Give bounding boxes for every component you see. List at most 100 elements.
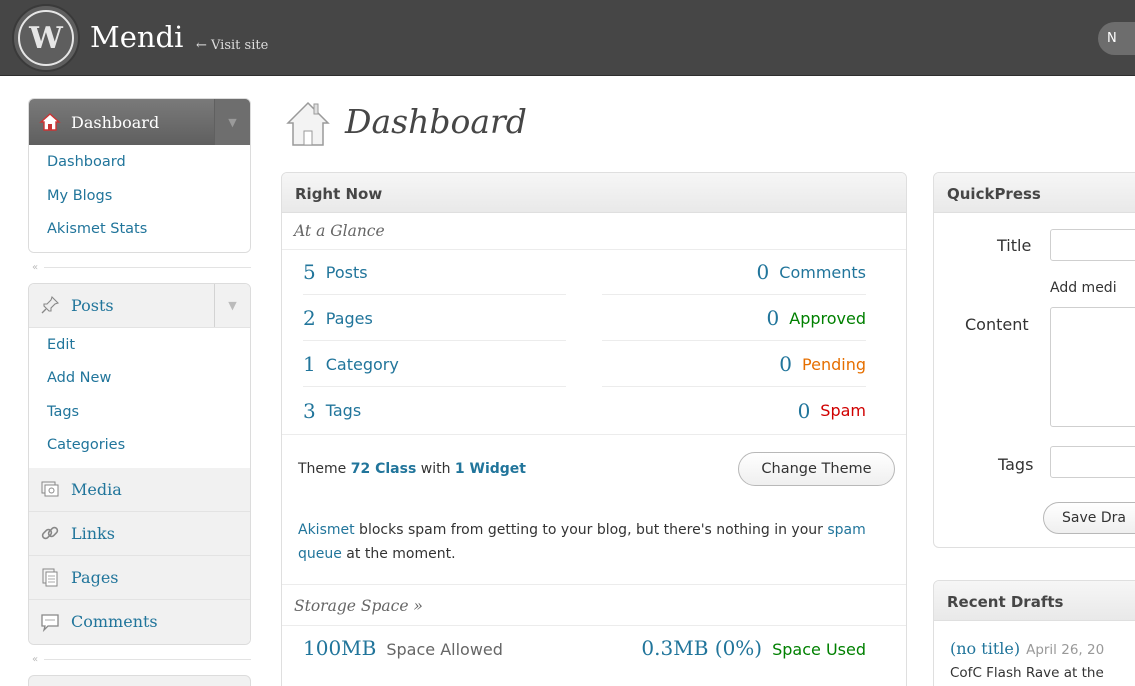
menu-links[interactable]: Links	[29, 511, 250, 556]
comments-link[interactable]: Comments	[779, 263, 866, 282]
dashboard-house-icon	[286, 101, 330, 146]
submenu-tags[interactable]: Tags	[29, 397, 250, 431]
submenu-my-blogs[interactable]: My Blogs	[29, 181, 250, 215]
recent-drafts-title[interactable]: Recent Drafts	[934, 581, 1135, 621]
admin-header: W Mendi ← Visit site N	[0, 0, 1135, 76]
draft-item: (no title) April 26, 20	[950, 639, 1104, 658]
menu-links-label: Links	[71, 523, 115, 543]
akismet-notice: Akismet blocks spam from getting to your…	[298, 518, 878, 566]
posts-count[interactable]: 5	[303, 260, 316, 284]
draft-title-link[interactable]: (no title)	[950, 639, 1020, 658]
media-icon	[41, 481, 59, 497]
theme-with: with	[420, 461, 451, 477]
posts-submenu: Edit Add New Tags Categories	[29, 327, 250, 468]
glance-row: 5 Posts 0 Comments	[282, 250, 906, 296]
menu-group-appearance	[28, 674, 251, 686]
storage-space-link[interactable]: Storage Space »	[294, 597, 423, 615]
recent-drafts-widget: Recent Drafts (no title) April 26, 20 Cof…	[933, 580, 1135, 686]
glance-row: 2 Pages 0 Approved	[282, 296, 906, 342]
right-now-title[interactable]: Right Now	[282, 173, 906, 213]
submenu-edit[interactable]: Edit	[29, 330, 250, 364]
approved-count[interactable]: 0	[767, 306, 780, 330]
menu-dashboard-label: Dashboard	[71, 112, 160, 132]
approved-link[interactable]: Approved	[789, 309, 866, 328]
at-a-glance-heading: At a Glance	[282, 213, 906, 250]
pending-count[interactable]: 0	[779, 352, 792, 376]
menu-comments-label: Comments	[71, 612, 158, 631]
collapse-arrows-icon[interactable]: «	[32, 654, 38, 665]
chevron-down-icon[interactable]: ▼	[214, 99, 250, 145]
menu-posts[interactable]: Posts ▼	[29, 283, 250, 328]
pages-link[interactable]: Pages	[326, 309, 373, 328]
space-allowed-value: 100MB	[303, 636, 377, 660]
pages-count[interactable]: 2	[303, 306, 316, 330]
tags-count[interactable]: 3	[303, 399, 316, 423]
menu-media-label: Media	[71, 479, 122, 499]
space-allowed-label: Space Allowed	[386, 640, 503, 659]
theme-name-link[interactable]: 72 Class	[351, 461, 417, 477]
home-icon	[39, 113, 61, 131]
chain-link-icon	[41, 526, 59, 540]
akismet-text-2: at the moment.	[341, 546, 456, 562]
comment-bubble-icon	[41, 613, 59, 632]
visit-site-link[interactable]: ← Visit site	[196, 38, 268, 53]
pending-link[interactable]: Pending	[802, 355, 866, 374]
add-media-label[interactable]: Add medi	[1050, 280, 1117, 296]
posts-link[interactable]: Posts	[326, 263, 368, 282]
qp-title-input[interactable]	[1050, 229, 1135, 261]
qp-tags-input[interactable]	[1050, 446, 1135, 478]
draft-excerpt: CofC Flash Rave at the	[950, 665, 1104, 681]
tags-link[interactable]: Tags	[326, 401, 361, 420]
dashboard-submenu: Dashboard My Blogs Akismet Stats	[29, 145, 250, 252]
glance-row: 3 Tags 0 Spam	[282, 388, 906, 434]
menu-separator[interactable]: «	[28, 253, 251, 283]
spam-count[interactable]: 0	[798, 399, 811, 423]
menu-dashboard[interactable]: Dashboard ▼	[29, 99, 250, 145]
submenu-dashboard[interactable]: Dashboard	[29, 147, 250, 181]
wordpress-logo-icon[interactable]: W	[10, 2, 82, 74]
submenu-categories[interactable]: Categories	[29, 430, 250, 464]
storage-heading: Storage Space »	[282, 584, 906, 626]
theme-section: Theme 72 Class with 1 Widget Change Them…	[282, 434, 906, 584]
qp-title-label: Title	[997, 236, 1032, 255]
akismet-link[interactable]: Akismet	[298, 522, 355, 538]
draft-date: April 26, 20	[1026, 642, 1105, 658]
menu-pages[interactable]: Pages	[29, 555, 250, 600]
header-action-button[interactable]: N	[1098, 22, 1135, 55]
qp-content-textarea[interactable]	[1050, 307, 1135, 427]
menu-separator[interactable]: «	[28, 645, 251, 675]
space-used-label: Space Used	[772, 640, 866, 659]
pages-icon	[42, 568, 58, 587]
menu-media[interactable]: Media	[29, 467, 250, 512]
space-used-value: 0.3MB (0%)	[641, 636, 763, 660]
spam-link[interactable]: Spam	[820, 401, 866, 420]
menu-comments[interactable]: Comments	[29, 599, 250, 644]
page-title: Dashboard	[345, 102, 527, 141]
qp-content-label: Content	[965, 315, 1029, 334]
admin-menu: Dashboard ▼ Dashboard My Blogs Akismet S…	[28, 98, 251, 686]
category-count[interactable]: 1	[303, 352, 316, 376]
akismet-text-1: blocks spam from getting to your blog, b…	[354, 522, 828, 538]
glance-row: 1 Category 0 Pending	[282, 342, 906, 388]
widgets-link[interactable]: 1 Widget	[455, 461, 526, 477]
quickpress-title[interactable]: QuickPress	[934, 173, 1135, 213]
right-now-widget: Right Now At a Glance 5 Posts 0 Comments 2…	[281, 172, 907, 686]
collapse-arrows-icon[interactable]: «	[32, 262, 38, 273]
qp-tags-label: Tags	[998, 455, 1034, 474]
site-title: Mendi	[90, 20, 184, 54]
comments-count[interactable]: 0	[757, 260, 770, 284]
menu-group-content: Posts ▼ Edit Add New Tags Categories Med…	[28, 282, 251, 645]
submenu-akismet-stats[interactable]: Akismet Stats	[29, 214, 250, 248]
submenu-add-new[interactable]: Add New	[29, 363, 250, 397]
menu-pages-label: Pages	[71, 567, 119, 587]
quickpress-widget: QuickPress Title Add medi Content Tags S…	[933, 172, 1135, 548]
theme-info: Theme 72 Class with 1 Widget	[298, 461, 526, 477]
pushpin-icon	[41, 295, 60, 314]
theme-prefix: Theme	[298, 461, 347, 477]
chevron-down-icon[interactable]: ▼	[214, 283, 250, 327]
save-draft-button[interactable]: Save Dra	[1043, 502, 1135, 534]
change-theme-button[interactable]: Change Theme	[738, 452, 895, 486]
svg-text:W: W	[28, 21, 64, 56]
menu-posts-label: Posts	[71, 295, 114, 315]
category-link[interactable]: Category	[326, 355, 399, 374]
